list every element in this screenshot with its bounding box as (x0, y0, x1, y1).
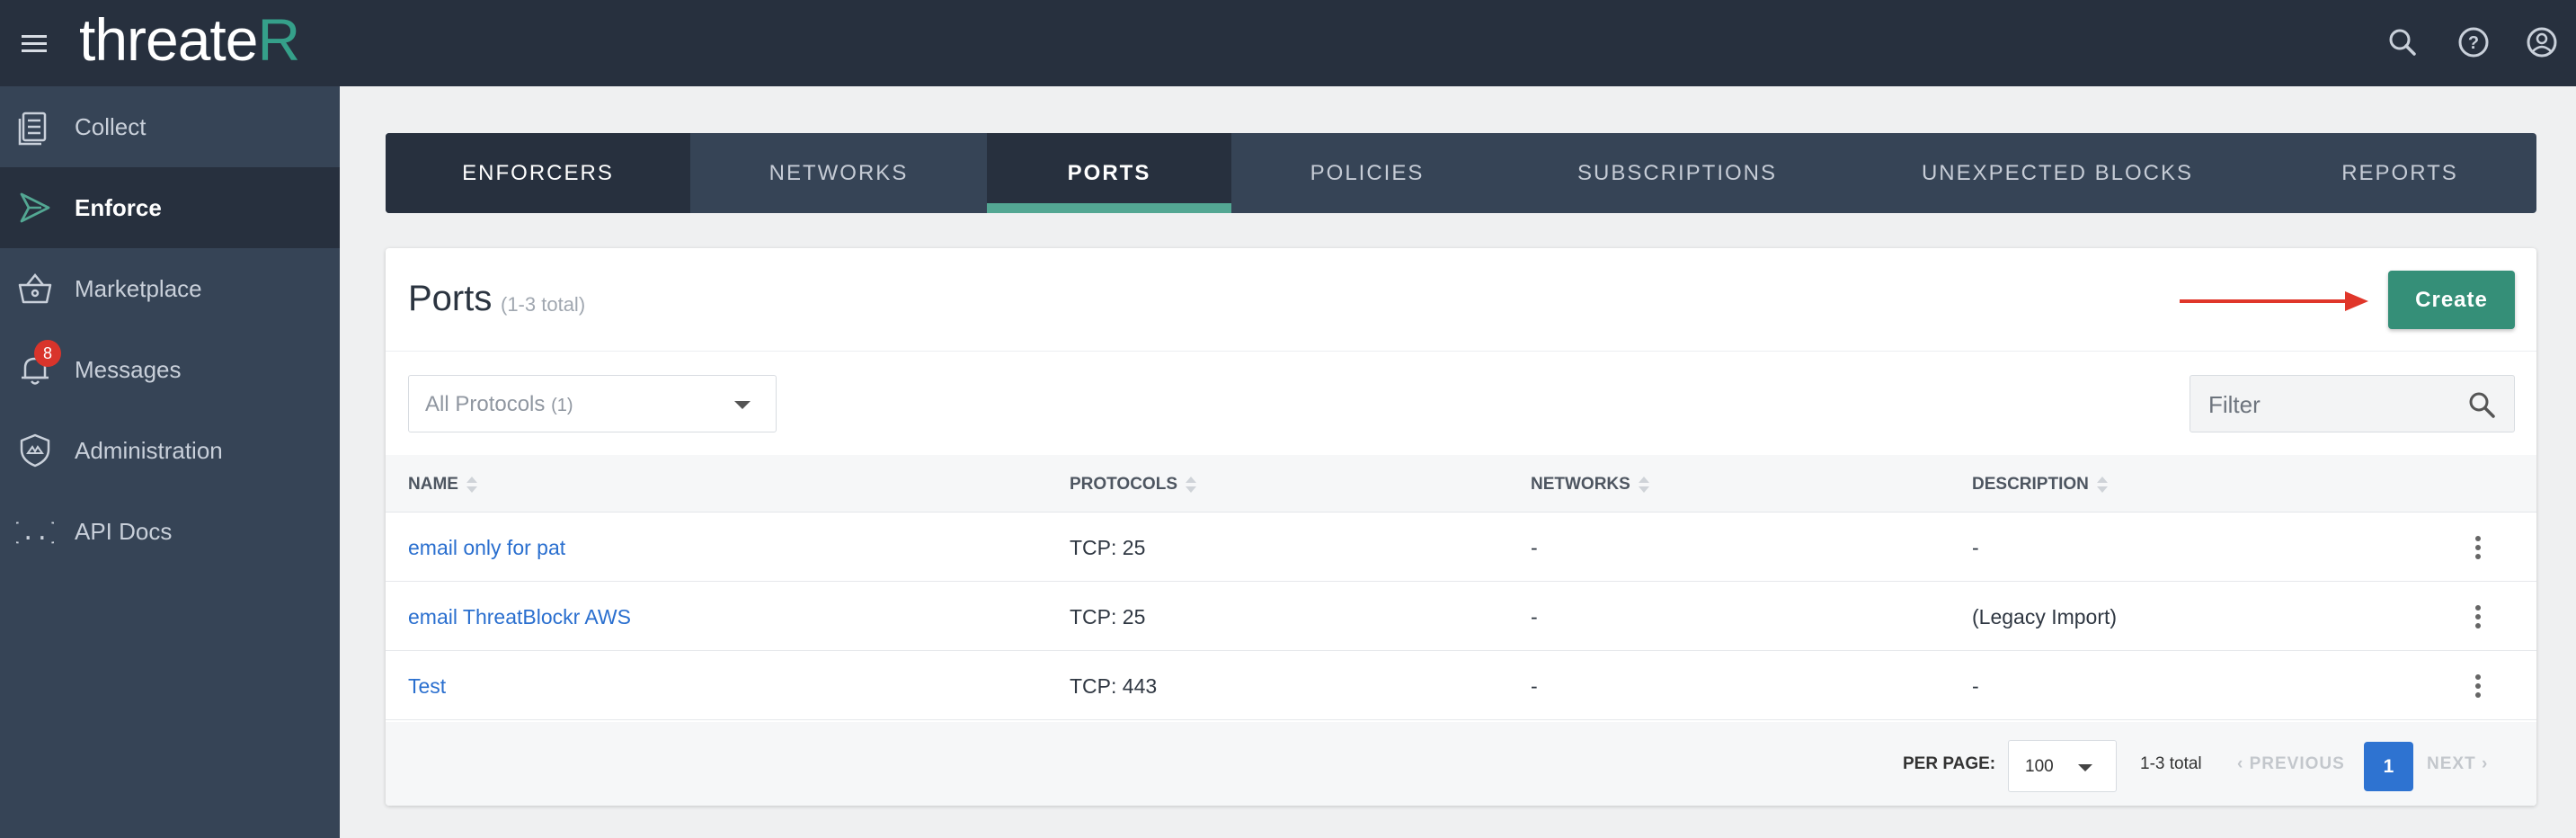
search-icon[interactable] (2465, 388, 2498, 421)
sidebar-item-label: Enforce (75, 193, 162, 221)
networks-cell: - (1531, 536, 1538, 559)
pagination-total: 1-3 total (2140, 754, 2202, 773)
table-header: NAME PROTOCOLS NETWORKS DESCRIPTION (386, 455, 2536, 513)
sidebar-item-collect[interactable]: Collect (0, 86, 340, 167)
sidebar-item-marketplace[interactable]: Marketplace (0, 248, 340, 329)
column-header-protocols[interactable]: PROTOCOLS (1070, 475, 1197, 495)
per-page-label: PER PAGE: (1903, 754, 1996, 773)
svg-text:{..}: {..} (16, 519, 54, 546)
protocols-cell: TCP: 25 (1070, 536, 1146, 559)
table-row: email only for pat TCP: 25 - - (386, 513, 2536, 582)
networks-cell: - (1531, 605, 1538, 628)
create-button[interactable]: Create (2388, 271, 2515, 329)
sidebar-item-label: Collect (75, 112, 147, 140)
enforce-tabs: ENFORCERS NETWORKS PORTS POLICIES SUBSCR… (386, 133, 2536, 213)
sidebar-item-label: API Docs (75, 517, 173, 545)
column-header-name[interactable]: NAME (408, 475, 478, 495)
sort-icon (2096, 477, 2108, 493)
chevron-left-icon: ‹ (2237, 754, 2244, 773)
tab-subscriptions[interactable]: SUBSCRIPTIONS (1503, 133, 1852, 213)
sidebar-item-label: Marketplace (75, 274, 202, 302)
sort-icon (1638, 477, 1649, 493)
tab-enforcers[interactable]: ENFORCERS (386, 133, 690, 213)
svg-text:?: ? (2468, 33, 2479, 53)
next-button[interactable]: NEXT › (2427, 754, 2488, 774)
protocol-select-count: (1) (551, 396, 573, 415)
description-cell: - (1972, 536, 1979, 559)
braces-icon: {..} (16, 519, 54, 546)
per-page-value: 100 (2025, 757, 2054, 776)
protocols-cell: TCP: 443 (1070, 674, 1158, 698)
protocol-select-label: All Protocols (425, 392, 546, 416)
divider (386, 351, 2536, 352)
notification-badge: 8 (34, 340, 61, 367)
more-vert-icon[interactable] (2473, 673, 2483, 700)
tab-unexpected-blocks[interactable]: UNEXPECTED BLOCKS (1852, 133, 2263, 213)
tab-ports[interactable]: PORTS (987, 133, 1231, 213)
basket-icon (18, 273, 52, 304)
description-cell: (Legacy Import) (1972, 605, 2118, 628)
page-title: Ports (408, 279, 493, 318)
sort-icon (1186, 477, 1196, 493)
more-vert-icon[interactable] (2473, 603, 2483, 630)
column-header-networks[interactable]: NETWORKS (1531, 475, 1650, 495)
search-icon[interactable] (2382, 22, 2423, 63)
ports-card: Ports (1-3 total) Create All Protocols (… (386, 248, 2536, 806)
tab-reports[interactable]: REPORTS (2263, 133, 2536, 213)
networks-cell: - (1531, 674, 1538, 698)
app-logo[interactable]: threateR (79, 4, 300, 76)
total-count: (1-3 total) (501, 293, 586, 316)
port-name-link[interactable]: email ThreatBlockr AWS (408, 605, 631, 629)
red-arrow-annotation (2180, 291, 2368, 311)
chevron-right-icon: › (2481, 754, 2489, 773)
protocols-cell: TCP: 25 (1070, 605, 1146, 628)
pagination-footer: PER PAGE: 100 1-3 total ‹ PREVIOUS 1 NEX… (386, 722, 2536, 806)
enforce-icon (20, 192, 50, 223)
port-name-link[interactable]: email only for pat (408, 536, 565, 560)
top-bar: threateR ? (0, 0, 2576, 86)
caret-down-icon (734, 401, 751, 409)
shield-icon (20, 433, 50, 468)
more-vert-icon[interactable] (2473, 534, 2483, 561)
sidebar: Collect Enforce Marketplace 8 Messages A… (0, 86, 340, 838)
previous-button[interactable]: ‹ PREVIOUS (2237, 754, 2345, 774)
page-1-button[interactable]: 1 (2364, 742, 2413, 791)
help-icon[interactable]: ? (2453, 22, 2494, 63)
port-name-link[interactable]: Test (408, 674, 446, 699)
tab-policies[interactable]: POLICIES (1231, 133, 1503, 213)
sort-icon (466, 477, 477, 493)
tab-networks[interactable]: NETWORKS (690, 133, 987, 213)
sidebar-item-label: Messages (75, 355, 182, 383)
filter-field[interactable] (2190, 375, 2515, 432)
table-row: email ThreatBlockr AWS TCP: 25 - (Legacy… (386, 582, 2536, 651)
protocol-select[interactable]: All Protocols (1) (408, 375, 777, 432)
sidebar-item-messages[interactable]: 8 Messages (0, 329, 340, 410)
sidebar-item-enforce[interactable]: Enforce (0, 167, 340, 248)
per-page-select[interactable]: 100 (2008, 740, 2117, 792)
filter-input[interactable] (2207, 388, 2458, 421)
column-header-description[interactable]: DESCRIPTION (1972, 475, 2109, 495)
caret-down-icon (2078, 764, 2092, 771)
sidebar-item-api-docs[interactable]: {..} API Docs (0, 491, 340, 572)
account-icon[interactable] (2521, 22, 2563, 63)
sidebar-item-administration[interactable]: Administration (0, 410, 340, 491)
table-row: Test TCP: 443 - - (386, 651, 2536, 720)
description-cell: - (1972, 674, 1979, 698)
collect-icon (18, 111, 47, 146)
hamburger-menu-icon[interactable] (18, 27, 50, 59)
sidebar-item-label: Administration (75, 436, 223, 464)
